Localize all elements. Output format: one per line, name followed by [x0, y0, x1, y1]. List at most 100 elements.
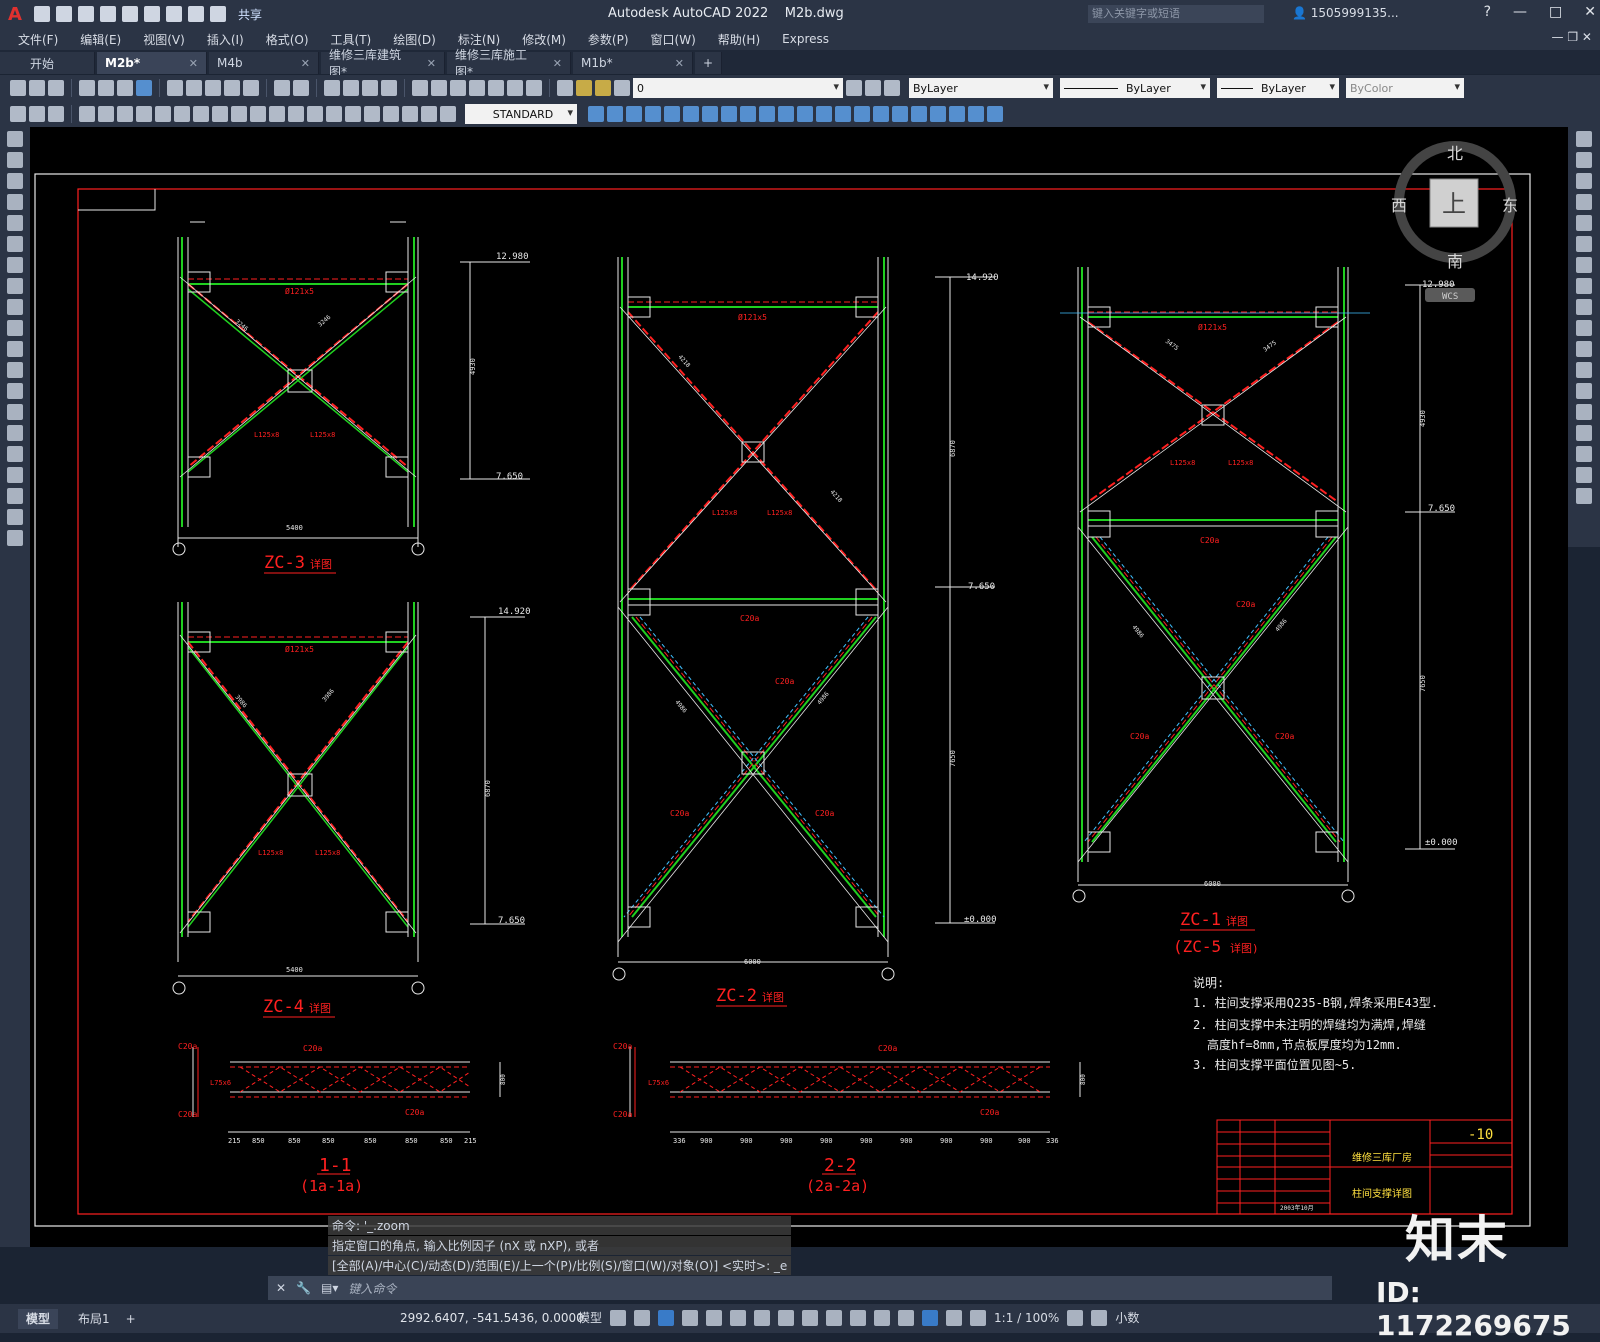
dynamic-ucs-icon[interactable]	[874, 1309, 891, 1326]
join-icon[interactable]	[1576, 404, 1592, 420]
dim-update-icon[interactable]	[440, 106, 456, 122]
tab-construction-drawing[interactable]: 维修三库施工图* ✕	[447, 48, 572, 79]
doc-window-controls[interactable]: — ❐ ✕	[1552, 30, 1592, 44]
gradient-icon[interactable]	[7, 446, 23, 462]
dim-style-icon[interactable]	[29, 106, 45, 122]
region-icon[interactable]	[7, 467, 23, 483]
materials-icon[interactable]	[683, 106, 699, 122]
continue-dim-icon[interactable]	[269, 106, 285, 122]
spline-icon[interactable]	[7, 299, 23, 315]
hatch-icon[interactable]	[7, 425, 23, 441]
share-button[interactable]: 共享	[238, 6, 262, 23]
linetype-dropdown[interactable]: ByLayer	[1060, 78, 1210, 98]
ucs-object-icon[interactable]	[835, 106, 851, 122]
snap-icon[interactable]	[634, 1309, 651, 1326]
text-style-dropdown[interactable]: STANDARD	[465, 104, 577, 124]
rectangle-icon[interactable]	[7, 215, 23, 231]
dim-space-icon[interactable]	[288, 106, 304, 122]
close-tab-icon[interactable]: ✕	[301, 57, 310, 70]
object-snap-icon[interactable]	[754, 1309, 771, 1326]
space-toggle[interactable]: 模型	[578, 1309, 602, 1326]
menu-item[interactable]: 绘图(D)	[393, 31, 436, 48]
ucs-previous-icon[interactable]	[797, 106, 813, 122]
break-at-point-icon[interactable]	[1576, 362, 1592, 378]
save-icon[interactable]	[48, 80, 64, 96]
layer-properties-icon[interactable]	[557, 80, 573, 96]
web-open-icon[interactable]	[122, 6, 138, 22]
polygon-icon[interactable]	[7, 194, 23, 210]
paste-icon[interactable]	[205, 80, 221, 96]
ordinate-dim-icon[interactable]	[136, 106, 152, 122]
layer-on-icon[interactable]	[576, 80, 592, 96]
close-command-icon[interactable]: ✕	[276, 1281, 286, 1295]
selection-filter-icon[interactable]	[898, 1309, 915, 1326]
layer-previous-icon[interactable]	[865, 80, 881, 96]
add-layout-button[interactable]: +	[118, 1309, 144, 1329]
jogged-dim-icon[interactable]	[174, 106, 190, 122]
drawing-canvas[interactable]: 12.980 7.650 4930 5400 Ø121x5 L125x8 L12…	[30, 127, 1568, 1247]
save-icon[interactable]	[78, 6, 94, 22]
ucs-origin-icon[interactable]	[873, 106, 889, 122]
menu-item[interactable]: 修改(M)	[522, 31, 566, 48]
scale-icon[interactable]	[1576, 278, 1592, 294]
markup-icon[interactable]	[488, 80, 504, 96]
recent-commands-icon[interactable]: ▤▾	[321, 1281, 338, 1295]
zoom-realtime-icon[interactable]	[343, 80, 359, 96]
minimize-icon[interactable]: —	[1513, 4, 1527, 20]
copy-object-icon[interactable]	[1576, 152, 1592, 168]
stretch-icon[interactable]	[1576, 299, 1592, 315]
selection-cycling-icon[interactable]	[826, 1309, 843, 1326]
pan-icon[interactable]	[324, 80, 340, 96]
ucs-world-icon[interactable]	[778, 106, 794, 122]
arc-icon[interactable]	[7, 236, 23, 252]
make-current-layer-icon[interactable]	[846, 80, 862, 96]
baseline-dim-icon[interactable]	[250, 106, 266, 122]
aligned-dim-icon[interactable]	[98, 106, 114, 122]
fillet-icon[interactable]	[1576, 446, 1592, 462]
viewcube-south[interactable]: 南	[1447, 252, 1463, 271]
block-editor-icon[interactable]	[243, 80, 259, 96]
maximize-icon[interactable]: □	[1549, 4, 1562, 20]
workspace-switch-icon[interactable]	[1067, 1309, 1084, 1326]
copy-icon[interactable]	[186, 80, 202, 96]
polyline-icon[interactable]	[7, 173, 23, 189]
point-icon[interactable]	[7, 404, 23, 420]
arc-length-icon[interactable]	[117, 106, 133, 122]
tab-m2b[interactable]: M2b* ✕	[97, 52, 208, 74]
help-icon[interactable]: ?	[1484, 4, 1491, 20]
camera-icon[interactable]	[702, 106, 718, 122]
workspace-icon[interactable]	[10, 106, 26, 122]
lights-icon[interactable]	[664, 106, 680, 122]
quickcalc-icon[interactable]	[507, 80, 523, 96]
ucs-icon[interactable]	[759, 106, 775, 122]
offset-icon[interactable]	[1576, 194, 1592, 210]
text-style-icon[interactable]	[48, 106, 64, 122]
close-tab-icon[interactable]: ✕	[675, 57, 684, 70]
close-tab-icon[interactable]: ✕	[427, 57, 436, 70]
undo-icon[interactable]	[274, 80, 290, 96]
layer-freeze-icon[interactable]	[595, 80, 611, 96]
erase-icon[interactable]	[1576, 131, 1592, 147]
zoom-previous-icon[interactable]	[381, 80, 397, 96]
design-center-icon[interactable]	[431, 80, 447, 96]
ucs-3point-icon[interactable]	[911, 106, 927, 122]
tool-palettes-icon[interactable]	[450, 80, 466, 96]
explode-icon[interactable]	[1576, 488, 1592, 504]
array-icon[interactable]	[1576, 215, 1592, 231]
close-tab-icon[interactable]: ✕	[553, 57, 562, 70]
sheet-set-icon[interactable]	[469, 80, 485, 96]
table-icon[interactable]	[7, 488, 23, 504]
close-icon[interactable]: ✕	[1584, 4, 1596, 20]
extend-icon[interactable]	[1576, 341, 1592, 357]
plot-icon[interactable]	[79, 80, 95, 96]
isodraft-icon[interactable]	[706, 1309, 723, 1326]
help-search-input[interactable]: 键入关键字或短语	[1088, 5, 1264, 23]
chamfer-icon[interactable]	[1576, 425, 1592, 441]
ucs-view-icon[interactable]	[854, 106, 870, 122]
save-as-icon[interactable]	[100, 6, 116, 22]
ucs-y-icon[interactable]	[949, 106, 965, 122]
cut-icon[interactable]	[167, 80, 183, 96]
menu-item[interactable]: Express	[782, 32, 829, 46]
tab-m1b[interactable]: M1b* ✕	[573, 52, 694, 74]
grid-icon[interactable]	[610, 1309, 627, 1326]
